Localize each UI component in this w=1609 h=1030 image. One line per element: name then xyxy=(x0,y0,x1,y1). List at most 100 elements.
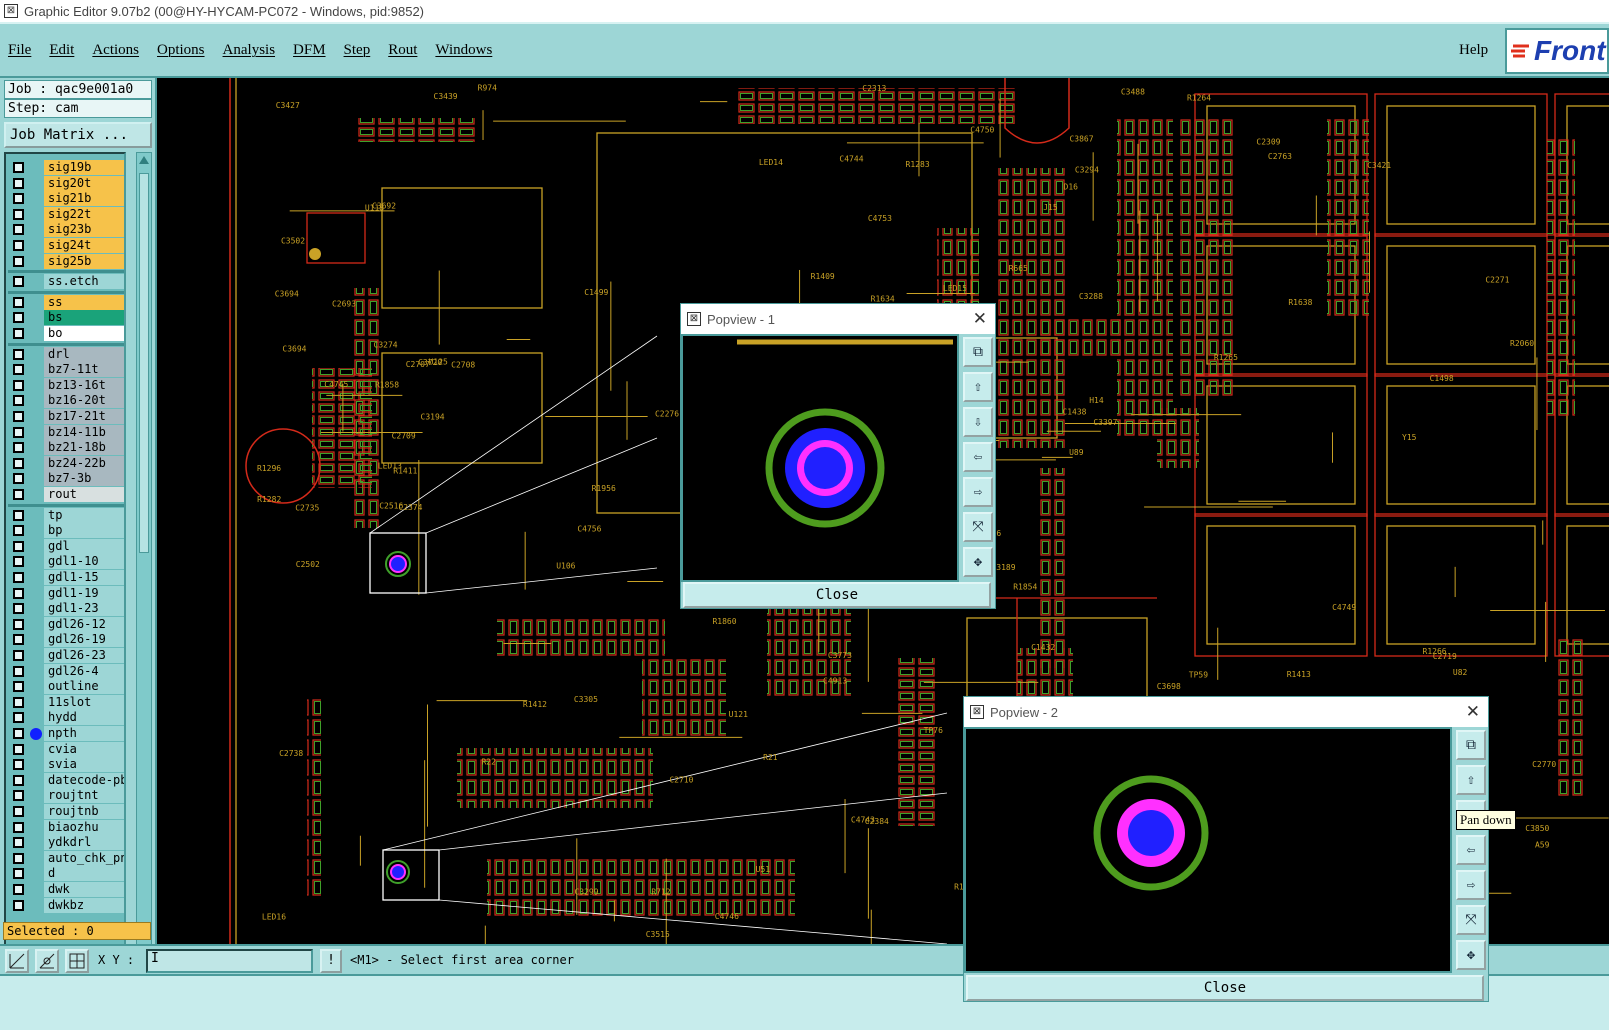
layer-row[interactable]: hydd xyxy=(8,710,124,726)
layer-checkbox[interactable] xyxy=(13,276,24,288)
layer-row[interactable]: sig25b xyxy=(8,253,124,269)
layer-row[interactable]: sig24t xyxy=(8,238,124,253)
layer-row[interactable]: dwkbz xyxy=(8,897,124,913)
layer-checkbox[interactable] xyxy=(13,395,24,407)
layer-checkbox[interactable] xyxy=(13,899,24,911)
layer-checkbox[interactable] xyxy=(13,852,24,864)
layer-name[interactable]: gdl26-12 xyxy=(44,616,124,632)
popview-2-canvas[interactable] xyxy=(964,727,1452,973)
layer-row[interactable]: bz16-20t xyxy=(8,393,124,409)
layer-name[interactable]: hydd xyxy=(44,710,124,726)
layer-checkbox[interactable] xyxy=(13,618,24,630)
layer-checkbox[interactable] xyxy=(13,240,24,251)
layer-name[interactable]: auto_chk_pn xyxy=(44,850,124,866)
pan-right-icon[interactable]: ⇨ xyxy=(1456,870,1486,900)
layer-checkbox[interactable] xyxy=(13,634,24,646)
popview-1-canvas[interactable] xyxy=(681,334,959,582)
layer-checkbox[interactable] xyxy=(13,255,24,267)
grid-tool-button[interactable] xyxy=(65,949,89,973)
menu-analysis[interactable]: Analysis xyxy=(223,42,276,59)
layer-checkbox[interactable] xyxy=(13,868,24,880)
layer-row[interactable]: sig22t xyxy=(8,206,124,222)
layer-name[interactable]: bz7-11t xyxy=(44,362,124,378)
layer-name[interactable]: gdl26-4 xyxy=(44,663,124,679)
zoom-out-icon[interactable]: ✥ xyxy=(1456,940,1486,970)
layer-row[interactable]: bz24-22b xyxy=(8,455,124,471)
layer-checkbox[interactable] xyxy=(13,509,24,521)
close-icon[interactable]: ✕ xyxy=(1466,702,1480,722)
measure-tool-button[interactable] xyxy=(5,949,29,973)
xy-input[interactable]: I xyxy=(146,949,313,973)
layer-name[interactable]: d xyxy=(44,866,124,882)
layer-checkbox[interactable] xyxy=(13,426,24,438)
menu-windows[interactable]: Windows xyxy=(435,42,492,59)
layer-name[interactable]: sig21b xyxy=(44,191,124,207)
layer-checkbox[interactable] xyxy=(13,348,24,360)
layer-row[interactable]: dwk xyxy=(8,882,124,897)
layer-checkbox[interactable] xyxy=(13,665,24,677)
layer-name[interactable]: biaozhu xyxy=(44,819,124,835)
zoom-in-icon[interactable]: ⤧ xyxy=(963,512,993,542)
menu-actions[interactable]: Actions xyxy=(92,42,139,59)
layer-row[interactable]: rout xyxy=(8,487,124,502)
layer-checkbox[interactable] xyxy=(13,411,24,422)
pan-up-icon[interactable]: ⇧ xyxy=(1456,765,1486,795)
layer-row[interactable]: drl xyxy=(8,346,124,362)
layer-name[interactable]: npth xyxy=(44,726,124,741)
layer-row[interactable]: gdl26-4 xyxy=(8,663,124,679)
layer-name[interactable]: bs xyxy=(44,310,124,326)
layer-name[interactable]: gdl1-10 xyxy=(44,554,124,570)
layer-checkbox[interactable] xyxy=(13,712,24,724)
layer-row[interactable]: ydkdrl xyxy=(8,835,124,851)
close-icon[interactable]: ✕ xyxy=(973,309,987,329)
pan-left-icon[interactable]: ⇦ xyxy=(1456,835,1486,865)
layer-name[interactable]: bz24-22b xyxy=(44,455,124,471)
layer-scrollbar[interactable] xyxy=(136,152,152,1014)
layer-checkbox[interactable] xyxy=(13,603,24,615)
layer-row[interactable]: 11slot xyxy=(8,694,124,710)
layer-name[interactable]: bz13-16t xyxy=(44,377,124,393)
layer-checkbox[interactable] xyxy=(13,650,24,661)
layer-row[interactable]: gdl xyxy=(8,538,124,554)
layer-name[interactable]: cvia xyxy=(44,741,124,757)
layer-checkbox[interactable] xyxy=(13,774,24,786)
layer-name[interactable]: dwkbz xyxy=(44,897,124,913)
popview-2-close-button[interactable]: Close xyxy=(966,975,1484,1001)
layer-checkbox[interactable] xyxy=(13,224,24,236)
layer-checkbox[interactable] xyxy=(13,457,24,469)
menu-rout[interactable]: Rout xyxy=(388,42,417,59)
layer-name[interactable]: gdl1-15 xyxy=(44,570,124,585)
popview-2-titlebar[interactable]: ⊠ Popview - 2 ✕ xyxy=(964,697,1488,727)
layer-checkbox[interactable] xyxy=(13,837,24,849)
layer-checkbox[interactable] xyxy=(13,525,24,537)
layer-row[interactable]: bz7-3b xyxy=(8,471,124,487)
layer-checkbox[interactable] xyxy=(13,790,24,802)
layer-name[interactable]: bz17-21t xyxy=(44,409,124,424)
layer-row[interactable]: bz13-16t xyxy=(8,377,124,393)
snap-tool-button[interactable] xyxy=(35,949,59,973)
layer-row[interactable]: bo xyxy=(8,326,124,341)
layer-name[interactable]: gdl26-19 xyxy=(44,632,124,648)
layer-name[interactable]: roujtnb xyxy=(44,804,124,819)
layer-checkbox[interactable] xyxy=(13,884,24,895)
layer-checkbox[interactable] xyxy=(13,473,24,485)
layer-checkbox[interactable] xyxy=(13,743,24,755)
layer-row[interactable]: svia xyxy=(8,757,124,773)
layer-row[interactable]: sig20t xyxy=(8,175,124,191)
layer-row[interactable]: bz14-11b xyxy=(8,424,124,440)
layer-name[interactable]: gdl xyxy=(44,538,124,554)
layer-checkbox[interactable] xyxy=(13,681,24,693)
layer-checkbox[interactable] xyxy=(13,442,24,454)
scroll-up-icon[interactable] xyxy=(139,156,149,164)
layer-row[interactable]: gdl1-19 xyxy=(8,585,124,601)
layer-name[interactable]: sig22t xyxy=(44,206,124,222)
layer-name[interactable]: tp xyxy=(44,507,124,523)
layer-row[interactable]: gdl26-12 xyxy=(8,616,124,632)
layer-checkbox[interactable] xyxy=(13,296,24,308)
layer-row[interactable]: gdl1-15 xyxy=(8,570,124,585)
layer-row[interactable]: datecode-pbe xyxy=(8,772,124,788)
layer-checkbox[interactable] xyxy=(13,489,24,500)
layer-checkbox[interactable] xyxy=(13,208,24,220)
pan-up-icon[interactable]: ⇧ xyxy=(963,372,993,402)
layer-name[interactable]: gdl1-19 xyxy=(44,585,124,601)
